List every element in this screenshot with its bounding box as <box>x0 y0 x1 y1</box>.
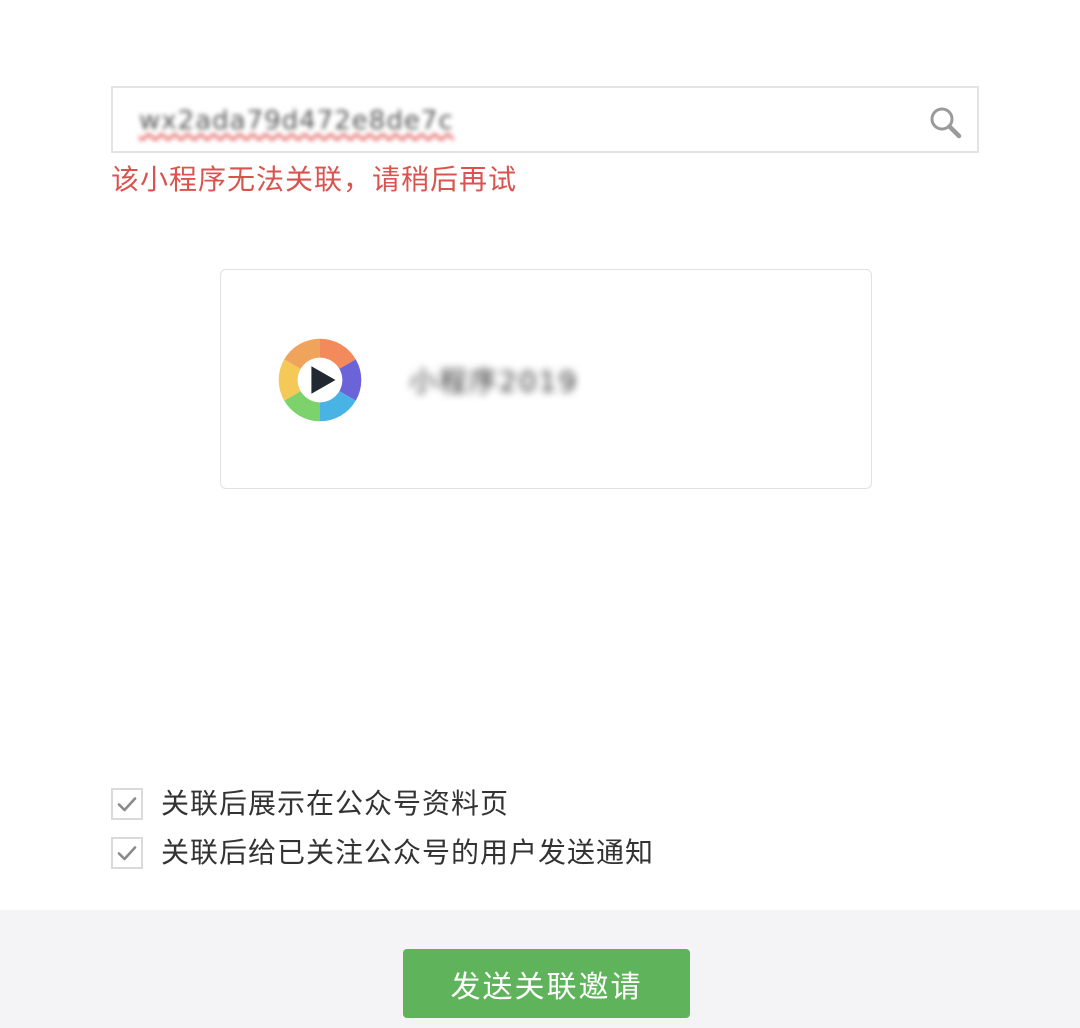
option-show-on-profile[interactable]: 关联后展示在公众号资料页 <box>111 786 509 822</box>
appid-search-box[interactable]: wx2ada79d472e8de7c <box>111 86 979 153</box>
checkmark-icon <box>117 797 137 812</box>
error-message: 该小程序无法关联，请稍后再试 <box>111 163 518 196</box>
mini-program-card: 小程序2019 <box>220 269 872 489</box>
shutter-play-logo-icon <box>278 338 362 422</box>
appid-search-input[interactable]: wx2ada79d472e8de7c <box>139 105 454 137</box>
option-label-show-on-profile: 关联后展示在公众号资料页 <box>161 787 510 820</box>
option-label-notify-followers: 关联后给已关注公众号的用户发送通知 <box>161 836 655 869</box>
checkbox-show-on-profile[interactable] <box>111 788 143 820</box>
checkbox-notify-followers[interactable] <box>111 837 143 869</box>
mini-program-name: 小程序2019 <box>409 365 579 398</box>
main-content: wx2ada79d472e8de7c 该小程序无法关联，请稍后再试 小程序201… <box>0 0 1080 910</box>
send-invitation-button[interactable]: 发送关联邀请 <box>403 949 690 1018</box>
checkmark-icon <box>117 846 137 861</box>
option-notify-followers[interactable]: 关联后给已关注公众号的用户发送通知 <box>111 835 654 871</box>
search-icon[interactable] <box>927 104 963 140</box>
footer-bar: 发送关联邀请 <box>0 910 1080 1028</box>
